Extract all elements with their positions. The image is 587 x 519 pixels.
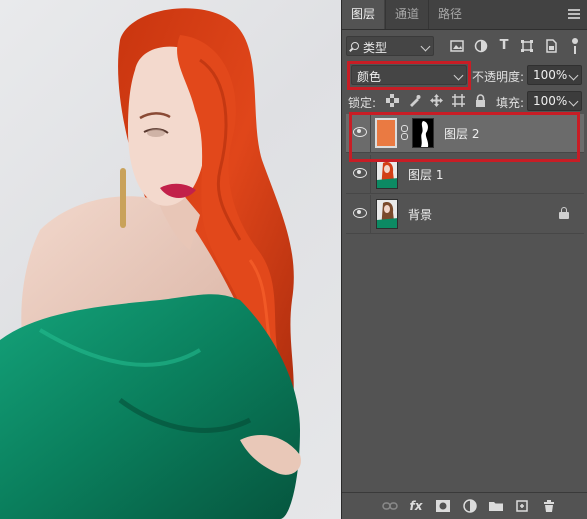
tab-layers[interactable]: 图层 — [342, 0, 385, 29]
layers-panel: 图层 通道 路径 类型 T 颜色 不透明度: 100% 锁定: 填充: 100%… — [341, 0, 587, 519]
lock-image-pixels-icon[interactable] — [408, 94, 421, 107]
add-mask-icon[interactable] — [435, 498, 451, 514]
opacity-label: 不透明度: — [472, 70, 525, 84]
eye-column-divider — [370, 195, 371, 233]
tab-channels[interactable]: 通道 — [385, 0, 428, 29]
lock-label: 锁定: — [348, 96, 377, 110]
filter-toggle-stem — [574, 46, 576, 54]
image-filter-icon[interactable] — [450, 39, 464, 53]
adjustment-filter-icon[interactable] — [474, 39, 488, 53]
lock-icon[interactable] — [559, 207, 569, 219]
blend-mode-highlight — [347, 61, 471, 90]
delete-layer-icon[interactable] — [541, 498, 557, 514]
layer-name: 图层 1 — [408, 168, 444, 182]
visibility-eye-icon[interactable] — [353, 168, 367, 178]
filter-kind-label: 类型 — [363, 41, 388, 55]
layers-list: 图层 2 图层 1 背景 — [346, 114, 584, 494]
layer-thumbnail[interactable] — [376, 199, 398, 229]
visibility-eye-icon[interactable] — [353, 208, 367, 218]
new-group-icon[interactable] — [488, 498, 504, 514]
lock-artboard-icon[interactable] — [452, 94, 465, 107]
selected-layer-highlight — [349, 112, 580, 162]
chevron-down-icon — [420, 41, 431, 52]
tab-paths[interactable]: 路径 — [428, 0, 471, 29]
opacity-value: 100% — [533, 68, 568, 82]
fx-button[interactable]: fx — [408, 498, 424, 514]
new-layer-icon[interactable] — [514, 498, 530, 514]
link-layers-icon[interactable] — [382, 498, 398, 514]
layer-row-background[interactable]: 背景 — [346, 195, 584, 234]
panel-tab-bar: 图层 通道 路径 — [342, 0, 587, 30]
chevron-down-icon — [568, 70, 579, 81]
document-canvas[interactable] — [0, 0, 341, 519]
layers-bottom-toolbar: fx — [342, 492, 587, 519]
filter-toggle-icon[interactable] — [572, 38, 578, 44]
fill-value: 100% — [533, 94, 568, 108]
chevron-down-icon — [568, 96, 579, 107]
lock-all-icon[interactable] — [474, 94, 487, 107]
fill-label: 填充: — [496, 96, 525, 110]
layer-name: 背景 — [408, 208, 433, 222]
lock-transparent-pixels-icon[interactable] — [386, 94, 399, 107]
smart-object-filter-icon[interactable] — [544, 39, 558, 53]
type-filter-icon[interactable]: T — [497, 39, 511, 53]
portrait-photo — [0, 8, 301, 519]
panel-menu-icon[interactable] — [568, 9, 580, 21]
shape-filter-icon[interactable] — [520, 39, 534, 53]
fill-field[interactable]: 100% — [527, 91, 582, 111]
adjustment-layer-icon[interactable] — [462, 498, 478, 514]
layer-thumbnail[interactable] — [376, 159, 398, 189]
lock-position-icon[interactable] — [430, 94, 443, 107]
layer-filter-kind-select[interactable]: 类型 — [346, 36, 434, 56]
search-icon — [351, 42, 359, 50]
opacity-field[interactable]: 100% — [527, 65, 582, 85]
